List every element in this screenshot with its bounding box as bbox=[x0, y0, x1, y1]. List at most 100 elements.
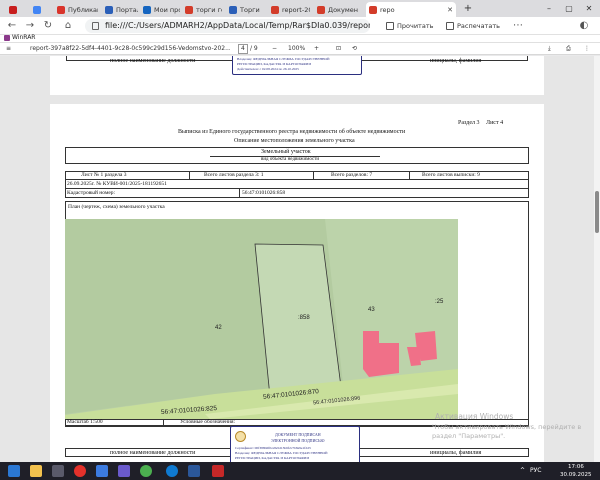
vertical-scrollbar[interactable] bbox=[594, 56, 600, 462]
stamp-line: РЕГИСТРАЦИИ, КАДАСТРА И КАРТОГРАФИИ bbox=[237, 62, 311, 66]
emblem-icon bbox=[235, 431, 246, 442]
tray-chevron-icon[interactable]: ^ bbox=[520, 467, 525, 475]
document-subtitle: Описание местоположения земельного участ… bbox=[234, 138, 355, 144]
tab-label: Публикаци bbox=[68, 5, 98, 14]
divider bbox=[239, 189, 240, 198]
app-icon[interactable] bbox=[52, 465, 64, 477]
page-number-input[interactable]: 4 bbox=[238, 44, 248, 54]
divider bbox=[313, 171, 314, 180]
scrollbar-thumb[interactable] bbox=[595, 191, 599, 233]
bookmarks-bar: WinRAR bbox=[0, 34, 600, 43]
download-icon[interactable]: ⤓ bbox=[548, 44, 551, 54]
close-tab-icon[interactable]: ✕ bbox=[447, 6, 453, 14]
browser-tab[interactable]: repo ✕ bbox=[366, 2, 456, 17]
app-icon[interactable] bbox=[96, 465, 108, 477]
parcel-43-label: 43 bbox=[368, 307, 375, 313]
url-text: file:///C:/Users/ADMARH2/AppData/Local/T… bbox=[105, 21, 370, 30]
activation-watermark-text: Чтобы активировать Windows, перейдите в bbox=[432, 423, 582, 431]
object-type: Земельный участок bbox=[261, 149, 311, 155]
app-icon[interactable] bbox=[118, 465, 130, 477]
tab-favicon-icon bbox=[229, 5, 237, 14]
tab-label: Торги bbox=[240, 5, 260, 14]
browser-tab[interactable]: торги гос bbox=[182, 2, 222, 17]
language-indicator[interactable]: РУС bbox=[530, 467, 541, 475]
more-tools-icon[interactable]: ⋮ bbox=[584, 44, 590, 54]
read-aloud-button[interactable]: Прочитать bbox=[386, 20, 433, 32]
pdf-toolbar: ≡ report-397a8f22-5df4-4401-9c28-0c599c2… bbox=[0, 43, 600, 55]
stamp-line: Владелец: ФЕДЕРАЛЬНАЯ СЛУЖБА ГОСУДАРСТВЕ… bbox=[237, 57, 330, 61]
more-menu-button[interactable]: ⋯ bbox=[512, 20, 524, 32]
maximize-button[interactable]: ▢ bbox=[560, 1, 578, 16]
pdf-page: Раздел 3 Лист 4 Выписка из Единого госуд… bbox=[50, 104, 544, 462]
menu-icon[interactable]: ≡ bbox=[6, 44, 11, 54]
stamp-line: РЕГИСТРАЦИИ, КАДАСТРА И КАРТОГРАФИИ bbox=[235, 456, 309, 460]
tab-favicon-icon bbox=[185, 5, 193, 14]
zoom-level: 100% bbox=[288, 45, 306, 52]
file-explorer-icon[interactable] bbox=[30, 465, 42, 477]
browser-tab[interactable]: Мои прос bbox=[140, 2, 180, 17]
cadastral-value: 56:47:0101026:858 bbox=[242, 190, 286, 196]
browser-tab[interactable]: Публикаци bbox=[54, 2, 98, 17]
browser-tab[interactable] bbox=[6, 2, 26, 17]
read-aloud-label: Прочитать bbox=[397, 22, 434, 30]
new-tab-button[interactable]: + bbox=[462, 2, 474, 15]
print-icon-pdf[interactable]: ⎙ bbox=[566, 44, 571, 54]
tab-favicon-icon bbox=[271, 5, 279, 14]
pdf-filename: report-397a8f22-5df4-4401-9c28-0c599c29d… bbox=[30, 45, 230, 52]
tab-label: Мои прос bbox=[154, 5, 180, 14]
minimize-button[interactable]: – bbox=[540, 1, 558, 16]
total-sheets-section: Всего листов раздела 3: 1 bbox=[204, 172, 264, 178]
tab-label: Портал п bbox=[116, 5, 138, 14]
divider bbox=[163, 419, 164, 427]
browser-tab[interactable] bbox=[30, 2, 50, 17]
tab-favicon-icon bbox=[57, 5, 65, 14]
parcel-858-label: :858 bbox=[298, 315, 310, 321]
stamp-line: Сертификат: 00f388b6f0ca8e5d13b6f2c7b8a9… bbox=[235, 446, 311, 450]
browser-tab[interactable]: Докумен bbox=[314, 2, 362, 17]
fit-page-icon[interactable]: ⊡ bbox=[336, 44, 341, 54]
browser-tab[interactable]: Портал п bbox=[102, 2, 138, 17]
browser-tab[interactable]: Торги bbox=[226, 2, 266, 17]
total-sheets: Всего листов выписки: 9 bbox=[422, 172, 480, 178]
back-button[interactable]: ← bbox=[6, 20, 18, 32]
rotate-icon[interactable]: ⟲ bbox=[352, 44, 357, 54]
bookmark-winrar[interactable]: WinRAR bbox=[4, 34, 35, 41]
winrar-icon bbox=[4, 34, 10, 41]
document-title: Выписка из Единого государственного реес… bbox=[178, 129, 406, 135]
zoom-out-button[interactable]: − bbox=[272, 44, 277, 54]
extract-date-number: 26.09.2025г. № КУВИ-001/2025-181192651 bbox=[67, 181, 167, 187]
clock-time[interactable]: 17:06 bbox=[568, 463, 584, 471]
url-field[interactable]: file:///C:/Users/ADMARH2/AppData/Local/T… bbox=[85, 19, 370, 33]
tab-strip: Публикаци Портал п Мои прос торги гос Торги r… bbox=[0, 0, 600, 17]
taskbar: ^ РУС 17:06 30.09.2025 bbox=[0, 462, 600, 480]
total-sections: Всего разделов: 7 bbox=[331, 172, 373, 178]
zoom-in-button[interactable]: + bbox=[314, 44, 319, 54]
sheet-no: Лист № 1 раздела 3 bbox=[81, 172, 127, 178]
close-window-button[interactable]: ✕ bbox=[580, 1, 598, 16]
stamp-line: ДОКУМЕНТ ПОДПИСАН bbox=[275, 432, 321, 437]
refresh-button[interactable]: ↻ bbox=[42, 20, 54, 32]
print-button[interactable]: Распечатать bbox=[446, 20, 500, 32]
home-button[interactable]: ⌂ bbox=[62, 20, 74, 32]
file-icon bbox=[92, 22, 99, 30]
print-label: Распечатать bbox=[457, 22, 500, 30]
start-icon[interactable] bbox=[8, 465, 20, 477]
tab-favicon-icon bbox=[143, 5, 151, 14]
yandex-icon[interactable] bbox=[74, 465, 86, 477]
section-number: Раздел 3 bbox=[458, 120, 480, 126]
edge-icon[interactable] bbox=[166, 465, 178, 477]
copilot-icon[interactable]: ◐ bbox=[578, 20, 590, 32]
tab-favicon-icon bbox=[33, 5, 41, 14]
pdf-app-icon[interactable] bbox=[212, 465, 224, 477]
clock-date[interactable]: 30.09.2025 bbox=[560, 471, 592, 479]
tab-label: repo bbox=[380, 5, 395, 14]
activation-watermark-text: раздел "Параметры". bbox=[432, 432, 506, 440]
chrome-icon[interactable] bbox=[140, 465, 152, 477]
stamp-line: Действителен: с 02.08.2024 по 26.10.2025 bbox=[237, 67, 299, 71]
forward-button[interactable]: → bbox=[24, 20, 36, 32]
stamp-line: Владелец: ФЕДЕРАЛЬНАЯ СЛУЖБА ГОСУДАРСТВЕ… bbox=[235, 451, 328, 455]
word-icon[interactable] bbox=[188, 465, 200, 477]
tab-favicon-icon bbox=[105, 5, 113, 14]
browser-tab[interactable]: report-20 bbox=[268, 2, 310, 17]
address-bar: ← → ↻ ⌂ file:///C:/Users/ADMARH2/AppData… bbox=[0, 17, 600, 35]
